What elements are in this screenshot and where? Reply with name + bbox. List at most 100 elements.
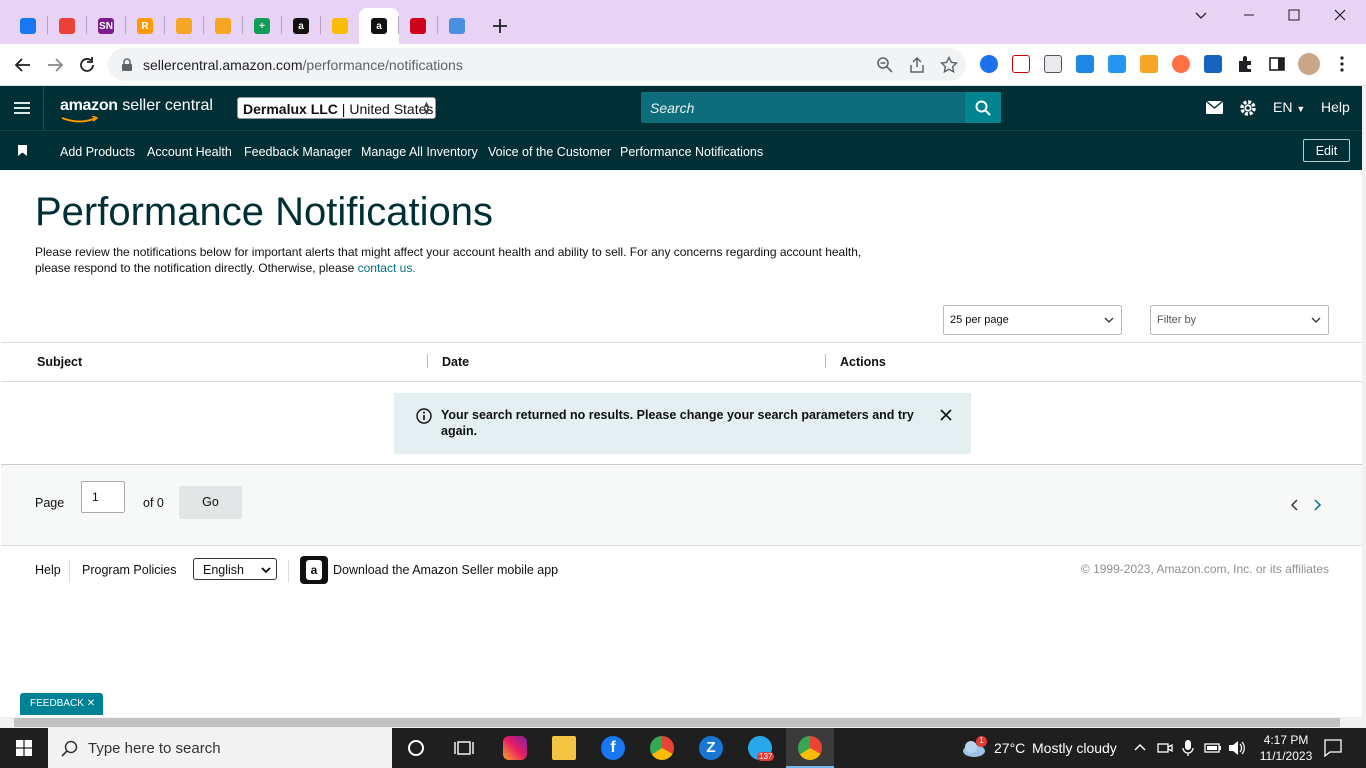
battery-icon[interactable] bbox=[1204, 741, 1222, 755]
close-window-button[interactable] bbox=[1317, 0, 1363, 30]
weather-text[interactable]: Mostly cloudy bbox=[1032, 740, 1117, 756]
amazon-icon: a bbox=[293, 18, 309, 34]
chevron-up-icon[interactable] bbox=[1134, 742, 1146, 752]
extension-icon[interactable] bbox=[1140, 55, 1158, 73]
bookmark-icon[interactable] bbox=[18, 145, 27, 156]
nav-performance-notifications[interactable]: Performance Notifications bbox=[620, 145, 763, 159]
taskbar-search-input[interactable]: Type here to search bbox=[48, 728, 392, 768]
browser-tab[interactable]: SN bbox=[88, 10, 124, 42]
footer-help-link[interactable]: Help bbox=[35, 563, 61, 577]
browser-tab[interactable]: a bbox=[359, 8, 399, 44]
contact-us-link[interactable]: contact us. bbox=[358, 261, 416, 275]
feedback-button[interactable]: FEEDBACK ✕ bbox=[20, 693, 103, 715]
share-icon[interactable] bbox=[908, 56, 926, 74]
cortana-icon[interactable] bbox=[404, 736, 428, 760]
program-policies-link[interactable]: Program Policies bbox=[82, 563, 176, 577]
amazon-seller-central-logo[interactable]: amazon seller central bbox=[60, 97, 213, 115]
next-page-icon[interactable] bbox=[1312, 499, 1322, 511]
nav-manage-all-inventory[interactable]: Manage All Inventory bbox=[361, 145, 478, 159]
nav-account-health[interactable]: Account Health bbox=[147, 145, 232, 159]
mail-icon[interactable] bbox=[1206, 101, 1223, 114]
go-button[interactable]: Go bbox=[179, 486, 242, 519]
bookmark-star-icon[interactable] bbox=[940, 56, 958, 74]
tab-search-button[interactable] bbox=[1178, 0, 1224, 30]
microphone-icon[interactable] bbox=[1182, 739, 1194, 757]
language-selector[interactable]: EN ▼ bbox=[1273, 99, 1305, 115]
facebook-icon[interactable]: f bbox=[601, 736, 625, 760]
zoom-app-icon[interactable]: Z bbox=[699, 736, 723, 760]
extension-icon[interactable] bbox=[1076, 55, 1094, 73]
hamburger-menu-icon[interactable] bbox=[0, 86, 44, 130]
browser-tab[interactable]: a bbox=[283, 10, 319, 42]
tab-separator bbox=[164, 16, 165, 34]
meet-now-icon[interactable] bbox=[1157, 740, 1173, 756]
browser-tab[interactable] bbox=[439, 10, 475, 42]
per-page-select[interactable]: 25 per page bbox=[943, 305, 1122, 335]
column-date[interactable]: Date bbox=[442, 355, 469, 369]
browser-tab[interactable]: + bbox=[244, 10, 280, 42]
chrome-icon[interactable] bbox=[650, 736, 674, 760]
chrome-active-window[interactable] bbox=[786, 728, 834, 768]
minimize-button[interactable] bbox=[1226, 0, 1272, 30]
extension-icon[interactable] bbox=[1172, 55, 1190, 73]
page-number-input[interactable]: 1 bbox=[81, 481, 125, 513]
column-divider bbox=[825, 354, 826, 368]
info-icon bbox=[416, 408, 432, 424]
nav-add-products[interactable]: Add Products bbox=[60, 145, 135, 159]
sn-icon: SN bbox=[98, 18, 114, 34]
browser-tab[interactable]: R bbox=[127, 10, 163, 42]
horizontal-scrollbar[interactable] bbox=[0, 717, 1362, 728]
extensions-puzzle-icon[interactable] bbox=[1236, 55, 1254, 73]
extension-icon[interactable] bbox=[1044, 55, 1062, 73]
download-app-link[interactable]: Download the Amazon Seller mobile app bbox=[333, 563, 558, 577]
extension-icon[interactable] bbox=[1204, 55, 1222, 73]
browser-tab[interactable] bbox=[205, 10, 241, 42]
side-panel-icon[interactable] bbox=[1268, 55, 1286, 73]
extension-icon[interactable] bbox=[1012, 55, 1030, 73]
new-tab-button[interactable] bbox=[488, 14, 512, 38]
notifications-icon[interactable] bbox=[1324, 739, 1342, 757]
forward-button[interactable] bbox=[43, 53, 67, 77]
weather-badge: 1 bbox=[976, 736, 987, 747]
browser-tab[interactable] bbox=[49, 10, 85, 42]
close-alert-icon[interactable] bbox=[940, 409, 952, 421]
file-explorer-icon[interactable] bbox=[552, 736, 576, 760]
footer-language-select[interactable]: English bbox=[193, 558, 277, 580]
browser-tab[interactable] bbox=[10, 10, 46, 42]
extension-icon[interactable] bbox=[1108, 55, 1126, 73]
settings-gear-icon[interactable] bbox=[1239, 99, 1257, 117]
start-button[interactable] bbox=[0, 728, 48, 768]
volume-icon[interactable] bbox=[1228, 740, 1246, 756]
edit-bookmarks-button[interactable]: Edit bbox=[1303, 139, 1350, 162]
store-selector[interactable]: Dermalux LLC | United States ▲ ▼ bbox=[237, 97, 436, 119]
profile-avatar[interactable] bbox=[1298, 53, 1320, 75]
system-clock[interactable]: 4:17 PM 11/1/2023 bbox=[1256, 732, 1316, 764]
zoom-icon[interactable] bbox=[876, 56, 894, 74]
extension-icon[interactable] bbox=[980, 55, 998, 73]
browser-tab[interactable] bbox=[322, 10, 358, 42]
browser-tab[interactable] bbox=[166, 10, 202, 42]
vertical-scrollbar[interactable] bbox=[1362, 86, 1366, 728]
close-icon[interactable]: ✕ bbox=[87, 698, 95, 709]
browser-menu-icon[interactable] bbox=[1333, 55, 1351, 73]
search-input[interactable]: Search bbox=[641, 92, 1001, 123]
column-subject[interactable]: Subject bbox=[37, 355, 82, 369]
instagram-icon[interactable] bbox=[503, 736, 527, 760]
filter-select[interactable]: Filter by bbox=[1150, 305, 1329, 335]
amazon-app-icon[interactable]: a bbox=[300, 556, 328, 584]
footer-divider bbox=[69, 560, 70, 582]
browser-tab[interactable] bbox=[400, 10, 436, 42]
reload-button[interactable] bbox=[75, 53, 99, 77]
previous-page-icon[interactable] bbox=[1290, 499, 1300, 511]
help-link[interactable]: Help bbox=[1321, 99, 1350, 115]
nav-feedback-manager[interactable]: Feedback Manager bbox=[244, 145, 352, 159]
task-view-icon[interactable] bbox=[452, 736, 476, 760]
temperature[interactable]: 27°C bbox=[994, 740, 1025, 756]
back-button[interactable] bbox=[11, 53, 35, 77]
search-button[interactable] bbox=[965, 92, 1001, 123]
address-bar[interactable]: sellercentral.amazon.com/performance/not… bbox=[108, 48, 966, 81]
browser-tab-strip: SN R + a a bbox=[0, 0, 1366, 44]
scrollbar-thumb[interactable] bbox=[14, 718, 1340, 727]
maximize-button[interactable] bbox=[1271, 0, 1317, 30]
nav-voice-of-customer[interactable]: Voice of the Customer bbox=[488, 145, 611, 159]
